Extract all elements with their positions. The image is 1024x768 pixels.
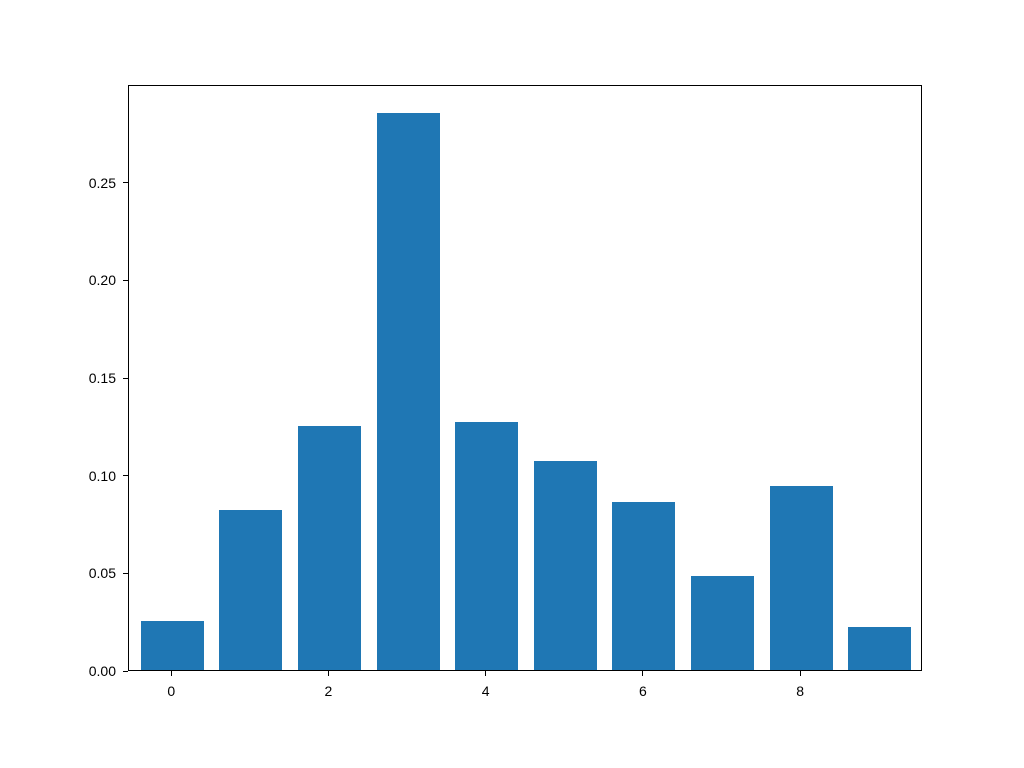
y-tick-label: 0.20 xyxy=(89,272,116,288)
y-tick xyxy=(123,182,128,183)
bar-3 xyxy=(377,113,440,670)
bar-9 xyxy=(848,627,911,670)
y-tick xyxy=(123,573,128,574)
x-tick-label: 0 xyxy=(167,683,175,699)
bar-2 xyxy=(298,426,361,670)
x-tick-label: 2 xyxy=(325,683,333,699)
y-axis-ticks: 0.000.050.100.150.200.25 xyxy=(120,85,128,671)
x-tick xyxy=(642,671,643,676)
bar-7 xyxy=(691,576,754,670)
chart-container: 0.000.050.100.150.200.25 02468 xyxy=(128,85,922,671)
bar-8 xyxy=(770,486,833,670)
x-tick xyxy=(328,671,329,676)
y-tick xyxy=(123,378,128,379)
bar-1 xyxy=(219,510,282,670)
x-tick-label: 8 xyxy=(796,683,804,699)
bar-4 xyxy=(455,422,518,670)
y-tick-label: 0.00 xyxy=(89,663,116,679)
y-tick-label: 0.10 xyxy=(89,468,116,484)
bar-0 xyxy=(141,621,204,670)
bars-group xyxy=(129,86,921,670)
x-tick-label: 6 xyxy=(639,683,647,699)
x-axis-ticks: 02468 xyxy=(128,671,922,679)
y-tick-label: 0.05 xyxy=(89,565,116,581)
x-tick xyxy=(800,671,801,676)
y-tick-label: 0.15 xyxy=(89,370,116,386)
x-tick xyxy=(171,671,172,676)
plot-area xyxy=(128,85,922,671)
x-tick xyxy=(485,671,486,676)
x-tick-label: 4 xyxy=(482,683,490,699)
y-tick xyxy=(123,475,128,476)
bar-5 xyxy=(534,461,597,670)
y-tick xyxy=(123,280,128,281)
y-tick-label: 0.25 xyxy=(89,175,116,191)
bar-6 xyxy=(612,502,675,670)
